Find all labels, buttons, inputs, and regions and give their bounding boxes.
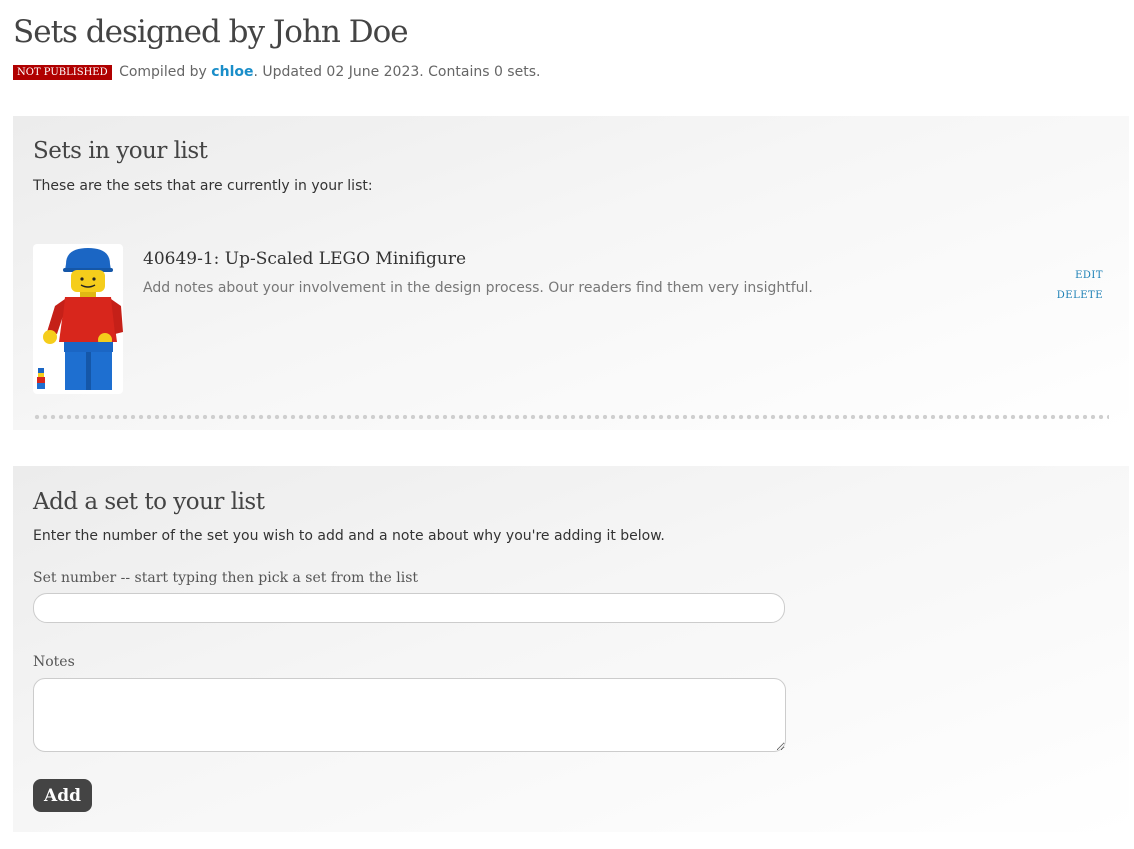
sets-in-list-panel: Sets in your list These are the sets tha…	[13, 116, 1129, 430]
author-link[interactable]: chloe	[211, 64, 253, 80]
delete-link[interactable]: DELETE	[1023, 290, 1103, 301]
add-set-description: Enter the number of the set you wish to …	[33, 528, 665, 544]
edit-link[interactable]: EDIT	[1023, 270, 1103, 281]
add-set-panel: Add a set to your list Enter the number …	[13, 466, 1129, 832]
list-meta: NOT PUBLISHED Compiled by chloe. Updated…	[13, 64, 540, 80]
add-set-title: Add a set to your list	[33, 489, 265, 515]
set-number-label: Set number -- start typing then pick a s…	[33, 570, 419, 586]
set-title[interactable]: 40649-1: Up-Scaled LEGO Minifigure	[143, 249, 466, 269]
dotted-divider	[33, 414, 1109, 420]
set-thumbnail[interactable]	[33, 244, 123, 394]
status-badge: NOT PUBLISHED	[13, 65, 112, 80]
notes-textarea[interactable]	[33, 678, 786, 752]
minifigure-image	[37, 248, 123, 390]
meta-suffix: . Updated 02 June 2023. Contains 0 sets.	[253, 64, 541, 80]
set-notes: Add notes about your involvement in the …	[143, 280, 813, 296]
add-button[interactable]: Add	[33, 779, 92, 812]
compiled-by-label: Compiled by	[119, 64, 207, 80]
sets-in-list-description: These are the sets that are currently in…	[33, 178, 373, 194]
set-number-input[interactable]	[33, 593, 785, 623]
notes-label: Notes	[33, 654, 75, 670]
sets-in-list-title: Sets in your list	[33, 138, 208, 164]
page-title: Sets designed by John Doe	[13, 14, 409, 50]
